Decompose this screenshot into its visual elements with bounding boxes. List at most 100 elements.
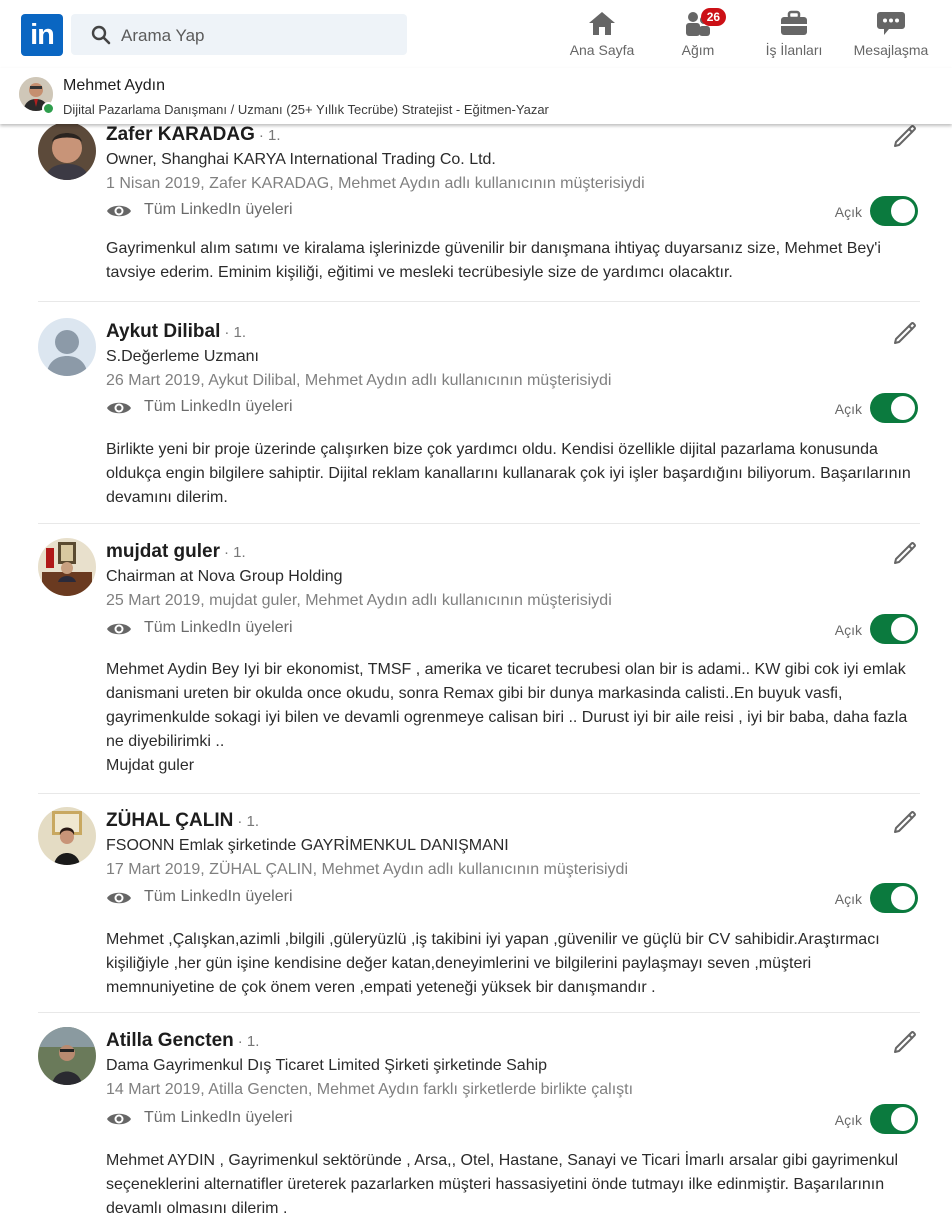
visibility-toggle[interactable] [870, 883, 918, 913]
nav-jobs[interactable]: İş İlanları [758, 10, 830, 64]
recommender-name[interactable]: ZÜHAL ÇALIN [106, 810, 233, 831]
visibility-toggle[interactable] [870, 196, 918, 226]
nav-network-label: Ağım [681, 42, 715, 58]
visibility-row: Tüm LinkedIn üyeleri Açık [106, 196, 920, 226]
edit-pencil-icon[interactable] [892, 809, 918, 835]
visibility-label: Tüm LinkedIn üyeleri [144, 398, 293, 415]
visibility-label: Tüm LinkedIn üyeleri [144, 888, 293, 905]
divider [38, 793, 920, 794]
visibility-label: Tüm LinkedIn üyeleri [144, 201, 293, 218]
recommender-avatar[interactable] [38, 538, 96, 596]
edit-pencil-icon[interactable] [892, 320, 918, 346]
nav-messaging[interactable]: Mesajlaşma [851, 10, 931, 64]
recommender-title: S.Değerleme Uzmanı [106, 348, 259, 365]
recommender-name[interactable]: Aykut Dilibal [106, 321, 220, 342]
visibility-row: Tüm LinkedIn üyeleri Açık [106, 883, 920, 913]
visibility-row: Tüm LinkedIn üyeleri Açık [106, 1104, 920, 1134]
recommendation-item: Zafer KARADAG · 1. Owner, Shanghai KARYA … [38, 124, 920, 302]
connection-degree: · 1. [237, 813, 260, 830]
recommendation-text: Birlikte yeni bir proje üzerinde çalışır… [106, 438, 920, 510]
toggle-state-label: Açık [834, 401, 862, 417]
top-navigation-bar: in Ana Sayfa 26 Ağım İş İlanları [0, 0, 952, 69]
recommendation-text: Mehmet Aydin Bey Iyi bir ekonomist, TMSF… [106, 658, 920, 778]
divider [38, 523, 920, 524]
toggle-state-label: Açık [834, 204, 862, 220]
recommender-name-line: Aykut Dilibal · 1. [106, 321, 246, 343]
divider [38, 1012, 920, 1013]
recommender-name[interactable]: mujdat guler [106, 541, 220, 562]
visibility-label: Tüm LinkedIn üyeleri [144, 1109, 293, 1126]
visibility-label: Tüm LinkedIn üyeleri [144, 619, 293, 636]
recommendation-body: Birlikte yeni bir proje üzerinde çalışır… [106, 441, 911, 506]
eye-icon [107, 892, 131, 904]
recommender-title: Dama Gayrimenkul Dış Ticaret Limited Şir… [106, 1057, 548, 1074]
recommendations-list: Zafer KARADAG · 1. Owner, Shanghai KARYA … [0, 124, 952, 1215]
recommender-avatar[interactable] [38, 807, 96, 865]
recommendation-body: Mehmet Aydin Bey Iyi bir ekonomist, TMSF… [106, 661, 908, 774]
nav-home[interactable]: Ana Sayfa [563, 10, 641, 64]
connection-degree: · 1. [258, 127, 281, 144]
recommendation-body: Mehmet ,Çalışkan,azimli ,bilgili ,gülery… [106, 931, 880, 996]
edit-pencil-icon[interactable] [892, 1029, 918, 1055]
connection-degree: · 1. [237, 1033, 260, 1050]
recommendation-item: Atilla Gencten · 1. Dama Gayrimenkul Dış … [38, 1024, 920, 1215]
visibility-toggle[interactable] [870, 1104, 918, 1134]
recommendation-date: 26 Mart 2019, Aykut Dilibal, Mehmet Aydı… [106, 372, 612, 389]
recommendation-text: Mehmet ,Çalışkan,azimli ,bilgili ,gülery… [106, 928, 920, 1000]
connection-degree: · 1. [224, 324, 247, 341]
linkedin-logo[interactable]: in [21, 14, 63, 56]
recommendation-item: ZÜHAL ÇALIN · 1. FSOONN Emlak şirketinde … [38, 804, 920, 1014]
briefcase-icon [781, 10, 807, 35]
visibility-toggle[interactable] [870, 614, 918, 644]
notification-badge: 26 [700, 8, 727, 26]
visibility-toggle[interactable] [870, 393, 918, 423]
nav-home-label: Ana Sayfa [569, 42, 635, 58]
recommender-title: FSOONN Emlak şirketinde GAYRİMENKUL DANI… [106, 837, 509, 854]
nav-network[interactable]: 26 Ağım [664, 8, 732, 64]
eye-icon [107, 1113, 131, 1125]
online-status-indicator [42, 102, 55, 115]
recommender-avatar[interactable] [38, 124, 96, 180]
recommender-avatar[interactable] [38, 318, 96, 376]
toggle-state-label: Açık [834, 1112, 862, 1128]
messaging-icon [877, 12, 905, 35]
toggle-knob [891, 396, 915, 420]
recommender-title: Chairman at Nova Group Holding [106, 568, 343, 585]
recommendation-date: 17 Mart 2019, ZÜHAL ÇALIN, Mehmet Aydın … [106, 861, 629, 878]
connection-degree: · 1. [224, 544, 246, 561]
recommender-name-line: ZÜHAL ÇALIN · 1. [106, 810, 259, 832]
recommender-name[interactable]: Atilla Gencten [106, 1030, 234, 1051]
recommendation-date: 25 Mart 2019, mujdat guler, Mehmet Aydın… [106, 592, 612, 609]
nav-jobs-label: İş İlanları [765, 42, 823, 58]
search-box[interactable] [71, 14, 407, 57]
recommender-title: Owner, Shanghai KARYA International Trad… [106, 151, 496, 168]
recommender-avatar[interactable] [38, 1027, 96, 1085]
search-input[interactable] [119, 14, 393, 57]
recommendation-date: 14 Mart 2019, Atilla Gencten, Mehmet Ayd… [106, 1081, 634, 1098]
edit-pencil-icon[interactable] [892, 124, 918, 149]
toggle-knob [891, 617, 915, 641]
profile-header-bar: Mehmet Aydın Dijital Pazarlama Danışmanı… [0, 68, 952, 124]
home-icon [589, 12, 615, 35]
recommendation-text: Gayrimenkul alım satımı ve kiralama işle… [106, 237, 920, 285]
recommendation-text: Mehmet AYDIN , Gayrimenkul sektöründe , … [106, 1149, 920, 1215]
toggle-knob [891, 1107, 915, 1131]
divider [38, 301, 920, 302]
eye-icon [107, 623, 131, 635]
recommendation-item: mujdat guler · 1. Chairman at Nova Group … [38, 535, 920, 795]
profile-headline: Dijital Pazarlama Danışmanı / Uzmanı (25… [63, 102, 549, 117]
recommender-name-line: Atilla Gencten · 1. [106, 1030, 259, 1052]
recommendation-date: 1 Nisan 2019, Zafer KARADAG, Mehmet Aydı… [106, 175, 645, 192]
nav-messaging-label: Mesajlaşma [853, 42, 929, 58]
toggle-knob [891, 886, 915, 910]
recommender-name-line: mujdat guler · 1. [106, 541, 246, 563]
recommender-name-line: Zafer KARADAG · 1. [106, 124, 281, 146]
search-icon [91, 25, 111, 45]
recommender-name[interactable]: Zafer KARADAG [106, 124, 255, 145]
recommendation-body: Gayrimenkul alım satımı ve kiralama işle… [106, 240, 881, 281]
profile-name[interactable]: Mehmet Aydın [63, 77, 165, 95]
toggle-state-label: Açık [834, 891, 862, 907]
recommendation-body: Mehmet AYDIN , Gayrimenkul sektöründe , … [106, 1152, 899, 1215]
recommendation-item: Aykut Dilibal · 1. S.Değerleme Uzmanı 26 … [38, 313, 920, 525]
edit-pencil-icon[interactable] [892, 540, 918, 566]
